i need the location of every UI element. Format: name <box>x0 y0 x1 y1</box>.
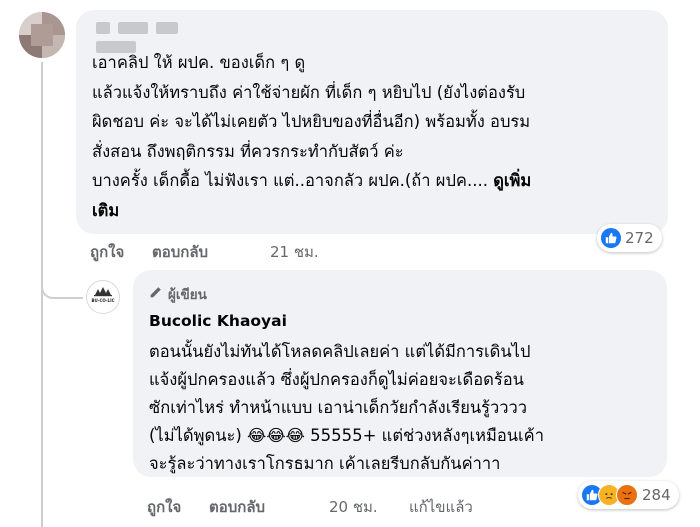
reply-line: แจ้งผู้ปกครองแล้ว ซึ่งผู้ปกครองก็ดูไม่ค่… <box>149 370 524 389</box>
author-badge: ผู้เขียน <box>149 283 207 305</box>
reply-reactions[interactable]: 284 <box>578 481 679 509</box>
commenter-avatar[interactable] <box>19 12 65 58</box>
reply-line: ตอนนั้นยังไม่ทันได้โหลดคลิปเลยค่า แต่ได้… <box>149 342 531 361</box>
reaction-count: 272 <box>625 229 654 247</box>
reaction-count: 284 <box>642 486 671 504</box>
reply-line: (ไม่ได้พูดนะ) 😂😂😂 55555+ แต่ช่วงหลังๆเหม… <box>149 426 544 445</box>
comment-text: เอาคลิป ให้ ผปค. ของเด็ก ๆ ดู แล้วแจ้งให… <box>92 48 662 225</box>
edited-label[interactable]: แก้ไขแล้ว <box>409 495 473 519</box>
comment-line: บางครั้ง เด็กดื้อ ไม่ฟังเรา แต่..อาจกลัว… <box>92 166 662 196</box>
avatar-text: BU-CO-LIC <box>92 298 115 303</box>
reply-timestamp[interactable]: 20 ชม. <box>329 495 378 519</box>
see-more-link-continued[interactable]: เติม <box>92 196 662 226</box>
thread-line-curve <box>41 277 83 299</box>
like-icon <box>601 228 621 248</box>
reply-text: ตอนนั้นยังไม่ทันได้โหลดคลิปเลยค่า แต่ได้… <box>149 338 659 478</box>
reply-author-name[interactable]: Bucolic Khaoyai <box>149 312 287 330</box>
comment-line: ผิดชอบ ค่ะ จะได้ไม่เคยตัว ไปหยิบของที่อื… <box>92 112 531 131</box>
like-action[interactable]: ถูกใจ <box>90 240 124 264</box>
reply-line: ซักเท่าไหร่ ทำหน้าแบบ เอาน่าเด็กวัยกำลัง… <box>149 398 528 417</box>
comment-line: เอาคลิป ให้ ผปค. ของเด็ก ๆ ดู <box>92 53 306 72</box>
pencil-icon <box>149 286 162 303</box>
reply-bubble: ผู้เขียน Bucolic Khaoyai ตอนนั้นยังไม่ทั… <box>133 270 667 477</box>
reply-action[interactable]: ตอบกลับ <box>209 495 265 519</box>
page-avatar[interactable]: BU-CO-LIC <box>86 280 120 314</box>
commenter-name-redacted[interactable] <box>96 22 230 53</box>
like-action[interactable]: ถูกใจ <box>147 495 181 519</box>
comment-timestamp[interactable]: 21 ชม. <box>270 240 319 264</box>
bucolic-logo-icon: BU-CO-LIC <box>92 287 115 303</box>
reply-action[interactable]: ตอบกลับ <box>152 240 208 264</box>
comment-bubble: เอาคลิป ให้ ผปค. ของเด็ก ๆ ดู แล้วแจ้งให… <box>76 10 668 234</box>
comment-line-text: บางครั้ง เด็กดื้อ ไม่ฟังเรา แต่..อาจกลัว… <box>92 171 494 190</box>
angry-icon <box>616 484 638 506</box>
reply-line: จะรู้ละว่าทางเราโกรธมาก เค้าเลยรีบกลับกั… <box>149 454 501 473</box>
comment-line: สั่งสอน ถึงพฤติกรรม ที่ควรกระทำกับสัตว์ … <box>92 141 404 161</box>
author-badge-label: ผู้เขียน <box>168 287 207 303</box>
thread-line-tail <box>41 297 43 527</box>
see-more-link[interactable]: ดูเพิ่ม <box>493 171 531 190</box>
comment-reactions[interactable]: 272 <box>597 224 662 252</box>
comment-line: แล้วแจ้งให้ทราบถึง ค่าใช้จ่ายผัก ที่เด็ก… <box>92 82 526 102</box>
thread-line-vertical <box>41 62 43 297</box>
